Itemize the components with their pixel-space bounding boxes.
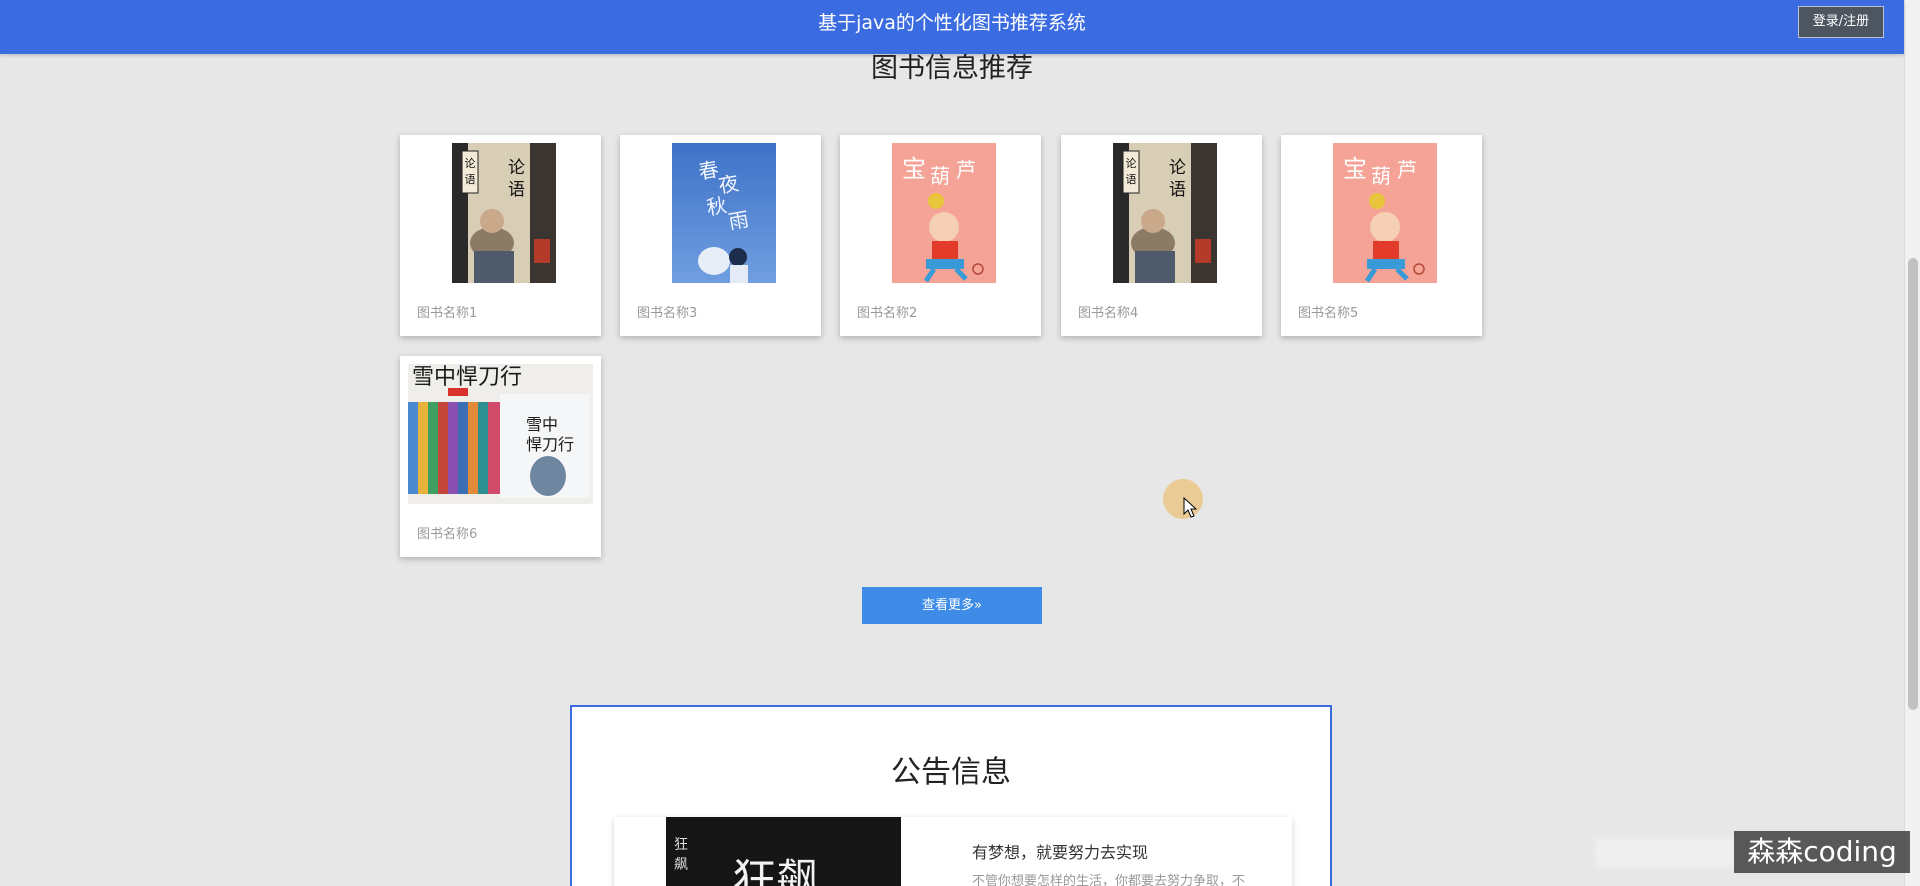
vertical-scrollbar[interactable] xyxy=(1904,0,1920,886)
mouse-cursor-icon xyxy=(1183,497,1197,518)
chunjiu-qiuyu-book-cover: 春 夜 秋 雨 xyxy=(672,143,776,283)
book-card[interactable]: 宝 葫 芦 图书名称5 xyxy=(1281,135,1482,336)
svg-text:芦: 芦 xyxy=(956,158,976,182)
see-more-label: 查看更多 xyxy=(922,598,975,613)
book-name: 图书名称3 xyxy=(637,306,698,321)
svg-text:狂: 狂 xyxy=(674,837,688,853)
book-card[interactable]: 春 夜 秋 雨 图书名称3 xyxy=(620,135,821,336)
svg-text:芦: 芦 xyxy=(1397,158,1417,182)
lunyu-book-cover: 论 语 论 语 xyxy=(452,143,556,283)
notice-panel: 公告信息 狂 飙 狂飙 有梦想，就要努力去实现 不管你想要怎样的生活，你都要去努… xyxy=(570,705,1332,886)
watermark: 森森coding xyxy=(1734,831,1910,873)
calabash-book-cover: 宝 葫 芦 xyxy=(1333,143,1437,283)
book-card[interactable]: 论 语 论 语 图书名称1 xyxy=(400,135,601,336)
svg-text:葫: 葫 xyxy=(1371,164,1391,188)
svg-text:论: 论 xyxy=(465,156,476,170)
book-card[interactable]: 宝 葫 芦 图书名称2 xyxy=(840,135,1041,336)
svg-text:狂飙: 狂飙 xyxy=(732,855,820,886)
site-title: 基于java的个性化图书推荐系统 xyxy=(818,12,1086,34)
svg-text:论: 论 xyxy=(508,158,525,178)
lunyu-book-cover: 论 语 论 语 xyxy=(1113,143,1217,283)
calabash-book-cover: 宝 葫 芦 xyxy=(892,143,996,283)
notice-title: 公告信息 xyxy=(891,755,1011,790)
book-card[interactable]: 论 语 论 语 图书名称4 xyxy=(1061,135,1262,336)
login-register-button[interactable]: 登录/注册 xyxy=(1798,6,1884,38)
svg-text:悍刀行: 悍刀行 xyxy=(526,435,574,454)
svg-text:飙: 飙 xyxy=(674,857,688,873)
see-more-button[interactable]: 查看更多» xyxy=(862,587,1042,624)
svg-text:论: 论 xyxy=(1169,158,1186,178)
book-name: 图书名称4 xyxy=(1078,306,1139,321)
xuezhong-dao-boxset-cover: 雪中悍刀行 雪中 悍刀行 xyxy=(408,364,593,504)
svg-text:宝: 宝 xyxy=(1343,155,1367,183)
double-chevron-right-icon: » xyxy=(974,598,982,613)
svg-text:论: 论 xyxy=(1126,156,1137,170)
svg-text:雪中悍刀行: 雪中悍刀行 xyxy=(412,365,522,390)
scrollbar-thumb[interactable] xyxy=(1908,258,1918,710)
notice-item[interactable]: 狂 飙 狂飙 有梦想，就要努力去实现 不管你想要怎样的生活，你都要去努力争取，不 xyxy=(614,817,1292,886)
svg-text:葫: 葫 xyxy=(930,164,950,188)
blurred-overlay xyxy=(1595,838,1735,868)
svg-text:语: 语 xyxy=(1126,173,1137,186)
svg-text:雨: 雨 xyxy=(727,207,751,234)
book-name: 图书名称5 xyxy=(1298,306,1359,321)
notice-headline: 有梦想，就要努力去实现 xyxy=(972,843,1149,862)
notice-excerpt: 不管你想要怎样的生活，你都要去努力争取，不 xyxy=(972,874,1246,886)
svg-text:语: 语 xyxy=(1169,180,1186,200)
svg-text:雪中: 雪中 xyxy=(526,415,558,434)
svg-text:语: 语 xyxy=(508,180,525,200)
svg-text:语: 语 xyxy=(465,173,476,186)
book-name: 图书名称2 xyxy=(857,306,918,321)
top-navbar: 基于java的个性化图书推荐系统 登录/注册 xyxy=(0,0,1904,54)
book-name: 图书名称6 xyxy=(417,527,478,542)
notice-image: 狂 飙 狂飙 xyxy=(666,817,901,886)
book-card[interactable]: 雪中悍刀行 雪中 悍刀行 图书名称6 xyxy=(400,356,601,557)
book-name: 图书名称1 xyxy=(417,306,478,321)
svg-text:秋: 秋 xyxy=(705,193,729,220)
svg-text:宝: 宝 xyxy=(902,155,926,183)
